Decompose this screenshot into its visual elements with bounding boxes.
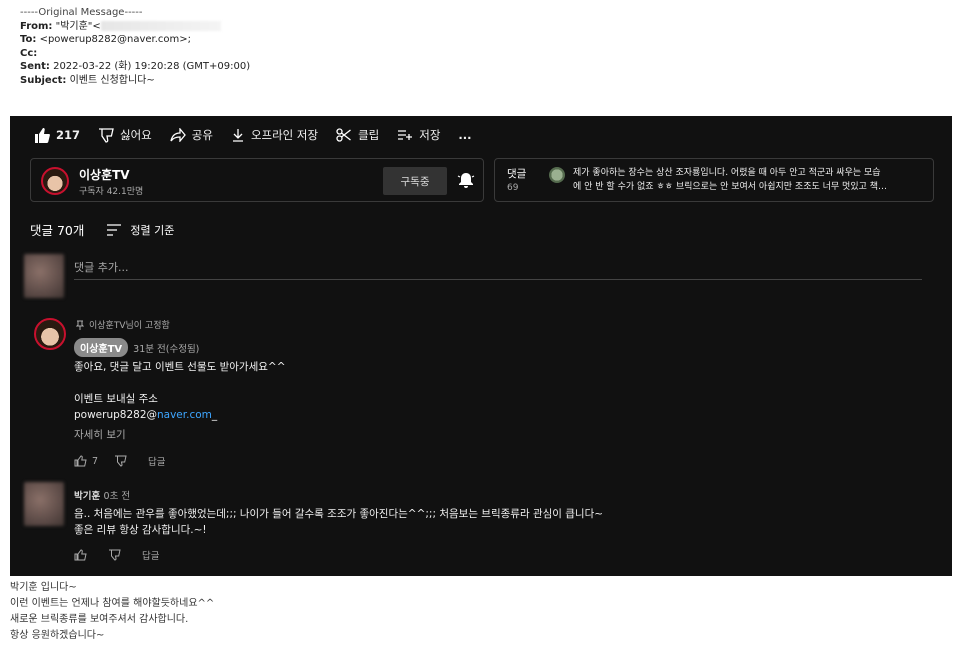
pinned-like-button[interactable]: 7 (74, 455, 98, 467)
second-comment-author[interactable]: 박기훈 (74, 491, 100, 502)
from-label: From: (20, 20, 53, 32)
pinned-like-count: 7 (92, 455, 99, 467)
pinned-dislike-button[interactable] (114, 455, 132, 467)
channel-card: 이상훈TV 구독자 42.1만명 구독중 (30, 158, 484, 202)
channel-avatar[interactable] (41, 167, 69, 195)
from-value: "박기훈"< (55, 20, 101, 32)
subscribed-button[interactable]: 구독중 (383, 167, 447, 195)
bell-icon[interactable] (457, 171, 475, 189)
body-line4: 항상 응원하겠습니다~ (10, 630, 105, 641)
comments-preview-count: 69 (507, 183, 519, 193)
comment-count: 댓글 70개 (30, 223, 85, 238)
pinned-author-chip[interactable]: 이상훈TV (74, 338, 129, 357)
to-row: To: <powerup8282@naver.com>; (20, 33, 250, 47)
thumbs-down-icon (99, 127, 114, 143)
clip-button[interactable]: 클립 (336, 127, 379, 143)
pinned-comment-time[interactable]: 31분 전(수정됨) (133, 341, 199, 355)
second-like-button[interactable] (74, 549, 92, 561)
comments-header: 댓글 70개 정렬 기준 (30, 220, 174, 239)
to-label: To: (20, 34, 37, 46)
subscriber-count: 구독자 42.1만명 (79, 187, 144, 197)
from-row: From: "박기훈"< (20, 20, 250, 34)
preview-text-line2: 에 안 반 할 수가 없죠 ㅎㅎ 브릭으로는 안 보여서 아쉽지만 조조도 너무… (573, 182, 888, 192)
preview-text-line1: 제가 좋아하는 장수는 상산 조자룡입니다. 어렸을 때 아두 안고 적군과 싸… (573, 168, 881, 178)
sent-value: 2022-03-22 (화) 19:20:28 (GMT+09:00) (53, 61, 251, 73)
thumbs-down-outline-icon (109, 549, 121, 561)
more-actions-button[interactable]: ... (458, 128, 471, 142)
pinned-comment-avatar[interactable] (34, 318, 66, 350)
cc-label: Cc: (20, 47, 38, 59)
like-button[interactable]: 217 (34, 127, 81, 143)
sort-label: 정렬 기준 (130, 223, 175, 237)
email-header: -----Original Message----- From: "박기훈"< … (20, 6, 250, 88)
save-label: 저장 (419, 128, 441, 142)
pinned-reply-button[interactable]: 답글 (148, 454, 165, 468)
second-comment-meta: 박기훈 0초 전 (74, 488, 130, 502)
read-more-link[interactable]: 자세히 보기 (74, 427, 126, 442)
second-comment-line2: 좋은 리뷰 항상 감사합니다.~! (74, 524, 207, 536)
second-comment-actions: 답글 (74, 548, 159, 562)
thumbs-up-outline-icon (74, 455, 87, 467)
original-message-line: -----Original Message----- (20, 7, 143, 18)
pinned-indicator: 이상훈TV님이 고정함 (76, 318, 170, 331)
redacted-email (100, 20, 221, 31)
comments-preview-card[interactable]: 댓글 69 제가 좋아하는 장수는 상산 조자룡입니다. 어렸을 때 아두 안고… (494, 158, 934, 202)
save-to-playlist-button[interactable]: 저장 (397, 127, 440, 143)
pinned-comment-line1: 좋아요, 댓글 달고 이벤트 선물도 받아가세요^^ (74, 361, 286, 373)
thumbs-up-outline-icon (74, 549, 87, 561)
sent-row: Sent: 2022-03-22 (화) 19:20:28 (GMT+09:00… (20, 60, 250, 74)
second-comment-time[interactable]: 0초 전 (104, 491, 131, 502)
comments-preview-text: 제가 좋아하는 장수는 상산 조자룡입니다. 어렸을 때 아두 안고 적군과 싸… (573, 166, 929, 194)
pinned-comment-actions: 7 답글 (74, 454, 166, 468)
sort-icon (107, 223, 122, 236)
subject-value: 이벤트 신청합니다~ (69, 74, 155, 86)
thumbs-down-outline-icon (115, 455, 127, 467)
email-body: 박기훈 입니다~ 이런 이벤트는 언제나 참여를 해야할듯하네요^^ 새로운 브… (10, 580, 214, 644)
sent-label: Sent: (20, 61, 50, 73)
pinned-comment-meta: 이상훈TV 31분 전(수정됨) (74, 338, 199, 357)
pinned-by-text: 이상훈TV님이 고정함 (89, 321, 170, 331)
to-value[interactable]: <powerup8282@naver.com>; (40, 34, 191, 45)
subject-row: Subject: 이벤트 신청합니다~ (20, 74, 250, 88)
thumbs-up-icon (35, 127, 50, 143)
pinned-comment-line3: powerup8282@naver.com_ (74, 409, 217, 421)
second-comment-line1: 음.. 처음에는 관우를 좋아했었는데;;; 나이가 들어 갈수록 조조가 좋아… (74, 508, 604, 520)
share-button[interactable]: 공유 (170, 127, 213, 143)
body-line2: 이런 이벤트는 언제나 참여를 해야할듯하네요^^ (10, 598, 215, 609)
offline-save-label: 오프라인 저장 (250, 128, 319, 142)
dislike-button[interactable]: 싫어요 (98, 127, 152, 143)
share-label: 공유 (191, 128, 213, 142)
pin-icon (76, 320, 84, 330)
address-user: powerup8282@ (74, 409, 157, 421)
sort-button[interactable]: 정렬 기준 (106, 222, 174, 238)
download-icon (232, 129, 243, 142)
like-count: 217 (56, 128, 81, 142)
body-line1: 박기훈 입니다~ (10, 582, 77, 593)
body-line3: 새로운 브릭종류를 보여주셔서 감사합니다. (10, 614, 189, 625)
add-comment-input[interactable]: 댓글 추가... (74, 256, 922, 280)
dislike-label: 싫어요 (120, 128, 152, 142)
offline-save-button[interactable]: 오프라인 저장 (231, 127, 318, 143)
preview-commenter-avatar (549, 167, 565, 183)
user-avatar (24, 254, 64, 298)
comments-preview-label: 댓글 (507, 168, 527, 180)
share-icon (170, 128, 186, 142)
clip-label: 클립 (358, 128, 380, 142)
scissors-icon (336, 128, 351, 142)
address-suffix: _ (211, 409, 218, 421)
subject-label: Subject: (20, 74, 67, 86)
cc-row: Cc: (20, 47, 250, 61)
channel-name[interactable]: 이상훈TV (79, 166, 130, 183)
second-dislike-button[interactable] (108, 549, 126, 561)
more-label: ... (458, 128, 472, 142)
pinned-comment-line2: 이벤트 보내실 주소 (74, 393, 158, 405)
youtube-panel: 217 싫어요 공유 오프라인 저장 클립 저장 ... 이상훈TV 구독자 4… (10, 116, 952, 576)
address-link[interactable]: naver.com (157, 409, 212, 421)
video-action-bar: 217 싫어요 공유 오프라인 저장 클립 저장 ... (34, 124, 490, 146)
playlist-add-icon (398, 130, 413, 140)
second-reply-button[interactable]: 답글 (142, 548, 159, 562)
second-comment-avatar[interactable] (24, 482, 64, 526)
